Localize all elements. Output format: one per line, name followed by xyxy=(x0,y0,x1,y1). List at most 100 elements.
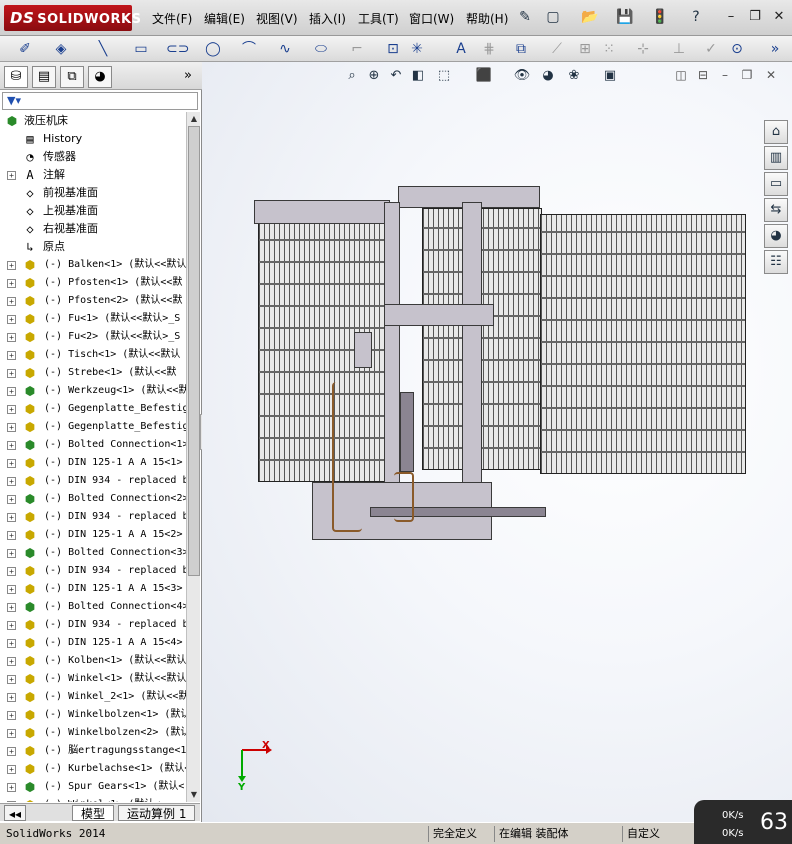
new-document-icon[interactable]: ▢ xyxy=(543,7,563,27)
expand-icon[interactable]: + xyxy=(7,387,16,396)
design-library-icon[interactable]: ▥ xyxy=(764,146,788,170)
circle-icon[interactable]: ◯ xyxy=(202,39,224,59)
feature-manager-tab-icon[interactable]: ⛁ xyxy=(4,66,28,88)
expand-icon[interactable]: + xyxy=(7,459,16,468)
viewport-split-icon[interactable]: ◫ xyxy=(672,66,690,84)
offset-icon[interactable]: ⟋ xyxy=(546,39,568,59)
tree-component-row[interactable]: + ⬢ (-) Winkel<1> (默认<<默认 xyxy=(0,670,186,688)
menu-tools[interactable]: 工具(T) xyxy=(358,10,399,27)
plane-icon[interactable]: ⊡ xyxy=(382,39,404,59)
expand-icon[interactable]: + xyxy=(7,585,16,594)
tree-component-row[interactable]: + ⬢ (-) Bolted Connection<3> xyxy=(0,544,186,562)
menu-edit[interactable]: 编辑(E) xyxy=(204,10,245,27)
solidworks-logo[interactable]: DS SOLIDWORKS xyxy=(4,5,141,31)
tree-component-row[interactable]: + ⬢ (-) Strebe<1> (默认<<默 xyxy=(0,364,186,382)
tree-component-row[interactable]: + ⬢ (-) Pfosten<1> (默认<<默 xyxy=(0,274,186,292)
expand-icon[interactable]: + xyxy=(7,423,16,432)
expand-icon[interactable]: + xyxy=(7,639,16,648)
expand-icon[interactable]: + xyxy=(7,531,16,540)
expand-icon[interactable]: + xyxy=(7,549,16,558)
menu-window[interactable]: 窗口(W) xyxy=(409,10,454,27)
tree-item[interactable]: ▤ History xyxy=(0,130,186,148)
tree-component-row[interactable]: + ⬢ (-) DIN 125-1 A A 15<2> xyxy=(0,526,186,544)
tree-component-row[interactable]: + ⬢ (-) Gegenplatte_Befestig xyxy=(0,418,186,436)
expand-icon[interactable]: + xyxy=(7,315,16,324)
panel-expand-icon[interactable]: » xyxy=(176,66,200,88)
scroll-up-icon[interactable]: ▲ xyxy=(188,113,200,125)
tree-scrollbar[interactable]: ▲ ▼ xyxy=(186,112,200,802)
restore-button[interactable]: ❐ xyxy=(746,8,764,26)
tree-component-row[interactable]: + ⬢ (-) DIN 125-1 A A 15<3> xyxy=(0,580,186,598)
tree-component-row[interactable]: + ⬢ (-) DIN 934 - replaced b xyxy=(0,562,186,580)
hide-show-items-icon[interactable]: 👁 xyxy=(512,66,532,86)
line-icon[interactable]: ╲ xyxy=(92,39,114,59)
zoom-to-fit-icon[interactable]: ⌕ xyxy=(342,66,362,86)
pin-icon[interactable]: ✎ xyxy=(515,7,535,27)
apply-scene-icon[interactable]: ❀ xyxy=(564,66,584,86)
expand-icon[interactable]: + xyxy=(7,747,16,756)
viewport-restore-icon[interactable]: ❐ xyxy=(738,66,756,84)
expand-icon[interactable]: + xyxy=(7,729,16,738)
rectangle-icon[interactable]: ▭ xyxy=(130,39,152,59)
expand-icon[interactable]: + xyxy=(7,171,16,180)
expand-icon[interactable]: + xyxy=(7,351,16,360)
toolbar-overflow-icon[interactable]: » xyxy=(764,39,786,59)
tree-component-row[interactable]: + ⬢ (-) DIN 934 - replaced b xyxy=(0,616,186,634)
tree-component-row[interactable]: + ⬢ (-) Pfosten<2> (默认<<默 xyxy=(0,292,186,310)
menu-help[interactable]: 帮助(H) xyxy=(466,10,508,27)
expand-icon[interactable]: + xyxy=(7,675,16,684)
smart-dimension-icon[interactable]: ◈ xyxy=(50,39,72,59)
tree-component-row[interactable]: + ⬢ (-) Winkelbolzen<2> (默认 xyxy=(0,724,186,742)
tree-component-row[interactable]: + ⬢ (-) Fu<1> (默认<<默认>_S xyxy=(0,310,186,328)
tree-component-row[interactable]: + ⬢ (-) Bolted Connection<2> xyxy=(0,490,186,508)
tree-component-row[interactable]: + ⬢ (-) DIN 934 - replaced b xyxy=(0,472,186,490)
tree-component-row[interactable]: + ⬢ (-) Kolben<1> (默认<<默认 xyxy=(0,652,186,670)
expand-icon[interactable]: + xyxy=(7,333,16,342)
expand-icon[interactable]: + xyxy=(7,261,16,270)
tree-component-row[interactable]: + ⬢ (-) Winkelbolzen<1> (默认 xyxy=(0,706,186,724)
tab-motion-study[interactable]: 运动算例 1 xyxy=(118,805,196,821)
display-manager-tab-icon[interactable]: ◕ xyxy=(88,66,112,88)
help-icon[interactable]: ? xyxy=(686,7,706,27)
expand-icon[interactable]: + xyxy=(7,603,16,612)
tree-item[interactable]: ↳ 原点 xyxy=(0,238,186,256)
menu-file[interactable]: 文件(F) xyxy=(152,10,192,27)
quick-snaps-icon[interactable]: ⊙ xyxy=(726,39,748,59)
section-view-icon[interactable]: ◧ xyxy=(408,66,428,86)
expand-icon[interactable]: + xyxy=(7,495,16,504)
tree-item[interactable]: ◇ 前视基准面 xyxy=(0,184,186,202)
minimize-button[interactable]: – xyxy=(722,8,740,26)
viewport-link-icon[interactable]: ⊟ xyxy=(694,66,712,84)
repair-sketch-icon[interactable]: ✓ xyxy=(700,39,722,59)
tree-component-row[interactable]: + ⬢ (-) DIN 125-1 A A 15<1> xyxy=(0,454,186,472)
move-entities-icon[interactable]: ⊹ xyxy=(632,39,654,59)
expand-icon[interactable]: + xyxy=(7,405,16,414)
tab-nav-first-icon[interactable]: ◂◂ xyxy=(4,805,27,821)
pattern-icon[interactable]: ⁙ xyxy=(598,39,620,59)
menu-insert[interactable]: 插入(I) xyxy=(309,10,346,27)
tree-item[interactable]: ◇ 右视基准面 xyxy=(0,220,186,238)
expand-icon[interactable]: + xyxy=(7,801,16,802)
tree-component-row[interactable]: + ⬢ (-) Winkel_2<1> (默认<<默 xyxy=(0,688,186,706)
solidworks-resources-icon[interactable]: ⌂ xyxy=(764,120,788,144)
expand-icon[interactable]: + xyxy=(7,279,16,288)
previous-view-icon[interactable]: ↶ xyxy=(386,66,406,86)
tree-component-row[interactable]: + ⬢ (-) Winkel<1> (默认< xyxy=(0,796,186,802)
tree-component-row[interactable]: + ⬢ (-) Kurbelachse<1> (默认< xyxy=(0,760,186,778)
slot-icon[interactable]: ⊂⊃ xyxy=(166,39,189,59)
sketch-icon[interactable]: ✐ xyxy=(14,39,36,59)
tree-component-row[interactable]: + ⬢ (-) DIN 125-1 A A 15<4> xyxy=(0,634,186,652)
trim-icon[interactable]: ⋕ xyxy=(478,39,500,59)
view-settings-icon[interactable]: ▣ xyxy=(600,66,620,86)
expand-icon[interactable]: + xyxy=(7,621,16,630)
expand-icon[interactable]: + xyxy=(7,657,16,666)
expand-icon[interactable]: + xyxy=(7,513,16,522)
configuration-manager-tab-icon[interactable]: ⧉ xyxy=(60,66,84,88)
tree-item[interactable]: ◔ 传感器 xyxy=(0,148,186,166)
menu-view[interactable]: 视图(V) xyxy=(256,10,298,27)
expand-icon[interactable]: + xyxy=(7,711,16,720)
tree-root[interactable]: ⬢ 液压机床 xyxy=(0,112,186,130)
expand-icon[interactable]: + xyxy=(7,567,16,576)
expand-icon[interactable]: + xyxy=(7,783,16,792)
fillet-icon[interactable]: ⌐ xyxy=(346,39,368,59)
